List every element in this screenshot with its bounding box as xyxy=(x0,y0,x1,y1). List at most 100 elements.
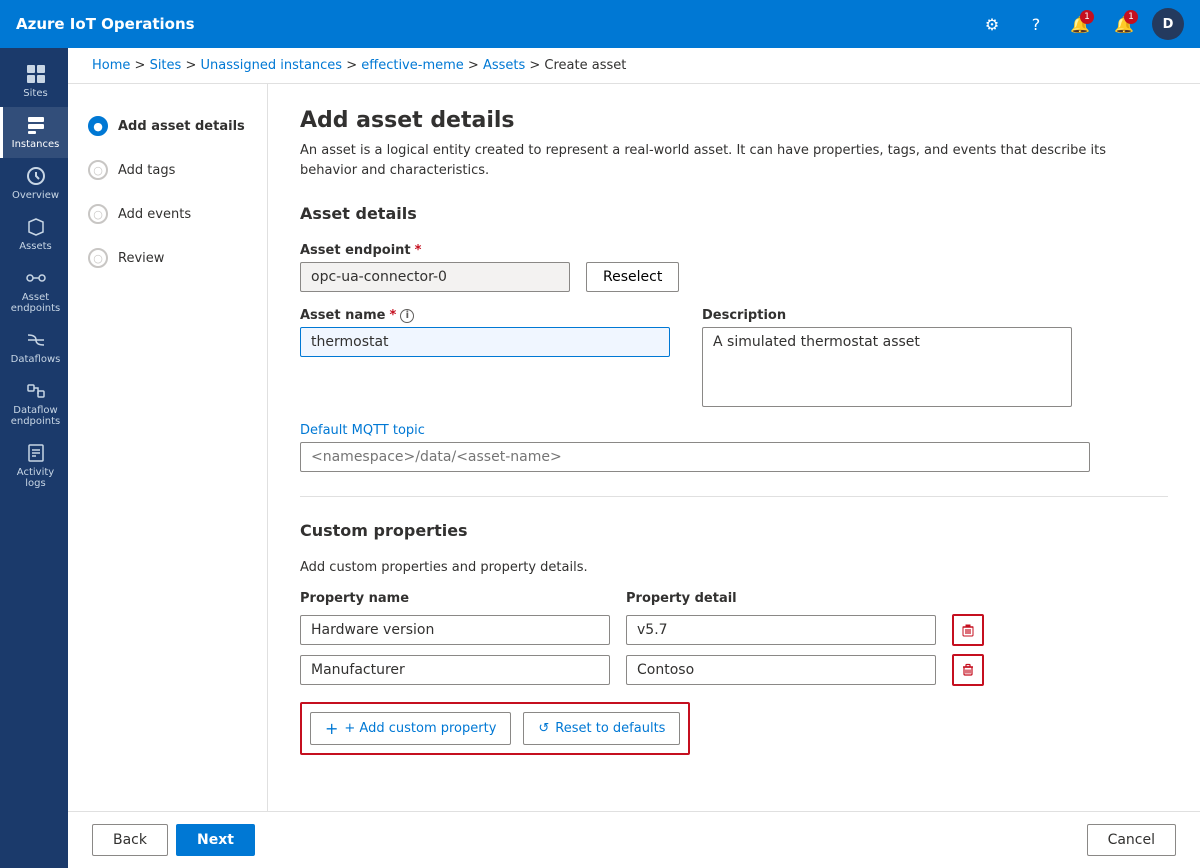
sidebar: Sites Instances Overview Assets xyxy=(0,48,68,868)
next-button[interactable]: Next xyxy=(176,824,255,856)
asset-name-label: Asset name * i xyxy=(300,308,670,323)
asset-details-section-title: Asset details xyxy=(300,204,1168,227)
logs-icon xyxy=(26,443,46,463)
app-title: Azure IoT Operations xyxy=(16,15,195,33)
sidebar-endpoints-label: Asset endpoints xyxy=(7,292,64,314)
info-icon[interactable]: i xyxy=(400,309,414,323)
custom-props-desc: Add custom properties and property detai… xyxy=(300,560,1168,575)
endpoint-input[interactable] xyxy=(300,262,570,292)
delete-prop-2-button[interactable] xyxy=(952,654,984,686)
endpoint-row: Reselect xyxy=(300,262,1168,292)
notifications-icon-2[interactable]: 🔔 1 xyxy=(1108,8,1140,40)
prop-row-2 xyxy=(300,654,1168,686)
prop-name-header: Property name xyxy=(300,591,610,606)
step-circle-4: ○ xyxy=(88,248,108,268)
grid-icon xyxy=(26,64,46,84)
step-circle-1: ● xyxy=(88,116,108,136)
content-area: ● Add asset details ○ Add tags ○ Add eve… xyxy=(68,84,1200,811)
step-circle-2: ○ xyxy=(88,160,108,180)
mqtt-input[interactable] xyxy=(300,442,1090,472)
notification-badge-2: 1 xyxy=(1124,10,1138,24)
form-title: Add asset details xyxy=(300,108,1168,133)
prop-name-input-2[interactable] xyxy=(300,655,610,685)
wizard-step-1: ● Add asset details xyxy=(84,108,251,144)
breadcrumb-home[interactable]: Home xyxy=(92,58,130,73)
asset-endpoint-group: Asset endpoint * Reselect xyxy=(300,243,1168,292)
trash-icon-2 xyxy=(961,663,975,677)
add-custom-property-button[interactable]: + + Add custom property xyxy=(310,712,511,745)
user-avatar[interactable]: D xyxy=(1152,8,1184,40)
overview-icon xyxy=(26,166,46,186)
sidebar-item-instances[interactable]: Instances xyxy=(0,107,68,158)
asset-name-input[interactable] xyxy=(300,327,670,357)
topnav-actions: ⚙ ? 🔔 1 🔔 1 D xyxy=(976,8,1184,40)
description-label: Description xyxy=(702,308,1072,323)
sidebar-sites-label: Sites xyxy=(23,88,47,99)
settings-icon[interactable]: ⚙ xyxy=(976,8,1008,40)
wizard-step-3: ○ Add events xyxy=(84,196,251,232)
df-endpoints-icon xyxy=(26,381,46,401)
notification-badge-1: 1 xyxy=(1080,10,1094,24)
trash-icon-1 xyxy=(961,623,975,637)
cancel-button[interactable]: Cancel xyxy=(1087,824,1176,856)
instances-icon xyxy=(26,115,46,135)
add-prop-label: + Add custom property xyxy=(344,721,496,736)
endpoint-required: * xyxy=(415,243,422,258)
sidebar-item-assets[interactable]: Assets xyxy=(0,209,68,260)
breadcrumb-sites[interactable]: Sites xyxy=(150,58,182,73)
dataflows-icon xyxy=(26,330,46,350)
breadcrumb-unassigned[interactable]: Unassigned instances xyxy=(200,58,342,73)
props-header-row: Property name Property detail xyxy=(300,591,1168,606)
custom-props-actions: + + Add custom property ↺ Reset to defau… xyxy=(300,702,690,755)
help-icon[interactable]: ? xyxy=(1020,8,1052,40)
wizard-step-4: ○ Review xyxy=(84,240,251,276)
prop-detail-input-1[interactable] xyxy=(626,615,936,645)
sidebar-item-overview[interactable]: Overview xyxy=(0,158,68,209)
prop-detail-input-2[interactable] xyxy=(626,655,936,685)
reselect-button[interactable]: Reselect xyxy=(586,262,679,292)
prop-row-1 xyxy=(300,614,1168,646)
wizard-step-3-label: Add events xyxy=(118,207,191,222)
sidebar-df-endpoints-label: Dataflow endpoints xyxy=(7,405,64,427)
wizard-step-2-label: Add tags xyxy=(118,163,175,178)
reset-label: Reset to defaults xyxy=(555,721,665,736)
plus-icon: + xyxy=(325,719,338,738)
sidebar-item-sites[interactable]: Sites xyxy=(0,56,68,107)
endpoint-label: Asset endpoint * xyxy=(300,243,1168,258)
breadcrumb-effective-meme[interactable]: effective-meme xyxy=(361,58,464,73)
wizard-panel: ● Add asset details ○ Add tags ○ Add eve… xyxy=(68,84,268,811)
endpoints-icon xyxy=(26,268,46,288)
sidebar-item-dataflows[interactable]: Dataflows xyxy=(0,322,68,373)
sidebar-item-activity-logs[interactable]: Activity logs xyxy=(0,435,68,497)
section-divider xyxy=(300,496,1168,497)
description-input[interactable]: A simulated thermostat asset xyxy=(702,327,1072,407)
assets-icon xyxy=(26,217,46,237)
delete-prop-1-button[interactable] xyxy=(952,614,984,646)
asset-name-required: * xyxy=(389,308,396,323)
footer-left-actions: Back Next xyxy=(92,824,255,856)
top-navigation: Azure IoT Operations ⚙ ? 🔔 1 🔔 1 D xyxy=(0,0,1200,48)
sidebar-item-df-endpoints[interactable]: Dataflow endpoints xyxy=(0,373,68,435)
breadcrumb: Home > Sites > Unassigned instances > ef… xyxy=(68,48,1200,84)
sidebar-dataflows-label: Dataflows xyxy=(11,354,61,365)
sidebar-assets-label: Assets xyxy=(19,241,52,252)
custom-props-title: Custom properties xyxy=(300,521,1168,544)
wizard-step-2: ○ Add tags xyxy=(84,152,251,188)
notifications-icon-1[interactable]: 🔔 1 xyxy=(1064,8,1096,40)
app-body: Sites Instances Overview Assets xyxy=(0,48,1200,868)
prop-detail-header: Property detail xyxy=(626,591,936,606)
mqtt-group: Default MQTT topic xyxy=(300,423,1168,472)
sidebar-overview-label: Overview xyxy=(12,190,59,201)
page-footer: Back Next Cancel xyxy=(68,811,1200,868)
sidebar-activity-logs-label: Activity logs xyxy=(7,467,64,489)
prop-name-input-1[interactable] xyxy=(300,615,610,645)
sidebar-item-asset-endpoints[interactable]: Asset endpoints xyxy=(0,260,68,322)
reset-icon: ↺ xyxy=(538,721,549,736)
breadcrumb-current: Create asset xyxy=(544,58,626,73)
description-group: Description A simulated thermostat asset xyxy=(702,308,1072,407)
back-button[interactable]: Back xyxy=(92,824,168,856)
form-description: An asset is a logical entity created to … xyxy=(300,141,1150,180)
breadcrumb-assets[interactable]: Assets xyxy=(483,58,525,73)
reset-to-defaults-button[interactable]: ↺ Reset to defaults xyxy=(523,712,680,745)
sidebar-instances-label: Instances xyxy=(12,139,60,150)
